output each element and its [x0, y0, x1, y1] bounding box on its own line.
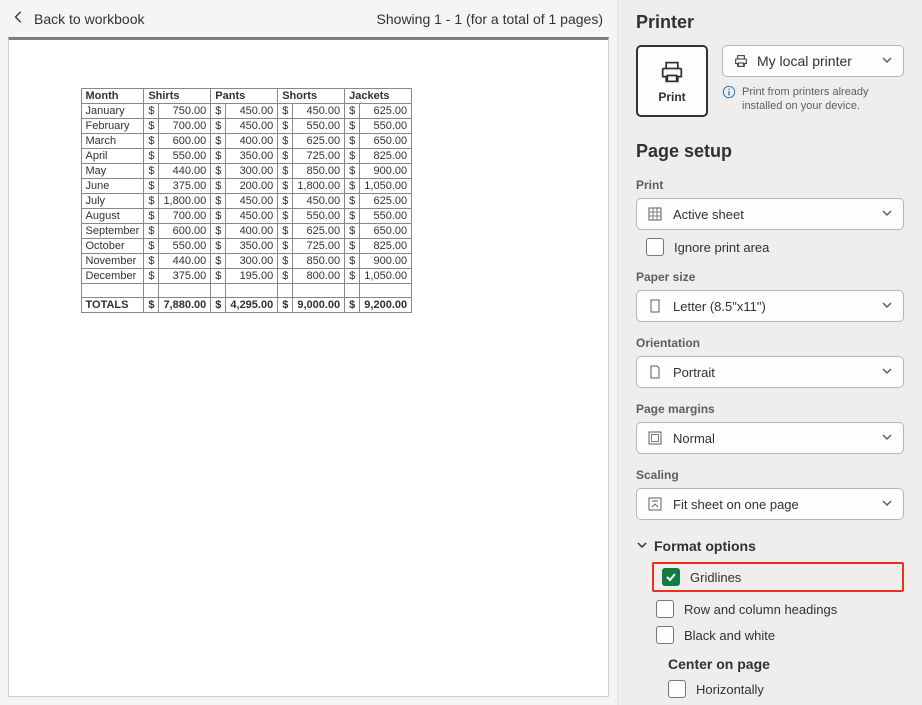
print-range-select[interactable]: Active sheet	[636, 198, 904, 230]
scaling-label: Scaling	[636, 468, 904, 482]
paper-size-value: Letter (8.5"x11")	[673, 299, 766, 314]
print-button[interactable]: Print	[636, 45, 708, 117]
margins-icon	[647, 430, 663, 446]
margins-label: Page margins	[636, 402, 904, 416]
gridlines-checkbox[interactable]: Gridlines	[662, 568, 898, 586]
black-white-checkbox[interactable]: Black and white	[656, 626, 904, 644]
chevron-down-icon	[636, 538, 648, 554]
info-icon	[722, 85, 736, 99]
back-label: Back to workbook	[34, 11, 145, 27]
preview-page: MonthShirtsPantsShortsJacketsJanuary$750…	[49, 80, 569, 313]
format-options-toggle[interactable]: Format options	[636, 538, 904, 554]
scaling-value: Fit sheet on one page	[673, 497, 799, 512]
center-on-page-label: Center on page	[668, 656, 904, 672]
back-button[interactable]: Back to workbook	[8, 8, 149, 29]
chevron-down-icon	[881, 365, 893, 380]
black-white-label: Black and white	[684, 628, 775, 643]
printer-small-icon	[733, 53, 749, 69]
printer-select[interactable]: My local printer	[722, 45, 904, 77]
scaling-select[interactable]: Fit sheet on one page	[636, 488, 904, 520]
print-range-value: Active sheet	[673, 207, 744, 222]
chevron-down-icon	[881, 207, 893, 222]
portrait-icon	[647, 364, 663, 380]
margins-select[interactable]: Normal	[636, 422, 904, 454]
highlight-box: Gridlines	[652, 562, 904, 592]
center-horizontally-label: Horizontally	[696, 682, 764, 697]
printer-icon	[658, 58, 686, 86]
chevron-down-icon	[881, 299, 893, 314]
ignore-print-area-label: Ignore print area	[674, 240, 769, 255]
preview-header: Back to workbook Showing 1 - 1 (for a to…	[0, 0, 617, 37]
printer-title: Printer	[636, 12, 904, 33]
printer-helper: Print from printers already installed on…	[722, 85, 904, 114]
orientation-value: Portrait	[673, 365, 715, 380]
data-table: MonthShirtsPantsShortsJacketsJanuary$750…	[81, 88, 413, 313]
chevron-down-icon	[881, 54, 893, 69]
checkbox-icon	[656, 626, 674, 644]
chevron-down-icon	[881, 431, 893, 446]
page-count-label: Showing 1 - 1 (for a total of 1 pages)	[377, 11, 603, 27]
sheet-icon	[647, 206, 663, 222]
checkbox-icon	[656, 600, 674, 618]
rowcol-headings-label: Row and column headings	[684, 602, 837, 617]
gridlines-label: Gridlines	[690, 570, 741, 585]
back-arrow-icon	[12, 10, 26, 27]
center-horizontally-checkbox[interactable]: Horizontally	[668, 680, 904, 698]
chevron-down-icon	[881, 497, 893, 512]
print-preview-area: MonthShirtsPantsShortsJacketsJanuary$750…	[8, 37, 609, 697]
scaling-icon	[647, 496, 663, 512]
print-field-label: Print	[636, 178, 904, 192]
ignore-print-area-checkbox[interactable]: Ignore print area	[646, 238, 904, 256]
printer-name: My local printer	[757, 53, 852, 69]
orientation-select[interactable]: Portrait	[636, 356, 904, 388]
margins-value: Normal	[673, 431, 715, 446]
paper-icon	[647, 298, 663, 314]
checkbox-icon	[668, 680, 686, 698]
paper-size-select[interactable]: Letter (8.5"x11")	[636, 290, 904, 322]
orientation-label: Orientation	[636, 336, 904, 350]
checkbox-checked-icon	[662, 568, 680, 586]
rowcol-headings-checkbox[interactable]: Row and column headings	[656, 600, 904, 618]
printer-helper-text: Print from printers already installed on…	[742, 85, 904, 114]
print-button-label: Print	[658, 90, 685, 104]
page-setup-title: Page setup	[636, 141, 904, 162]
paper-size-label: Paper size	[636, 270, 904, 284]
checkbox-icon	[646, 238, 664, 256]
format-options-label: Format options	[654, 538, 756, 554]
